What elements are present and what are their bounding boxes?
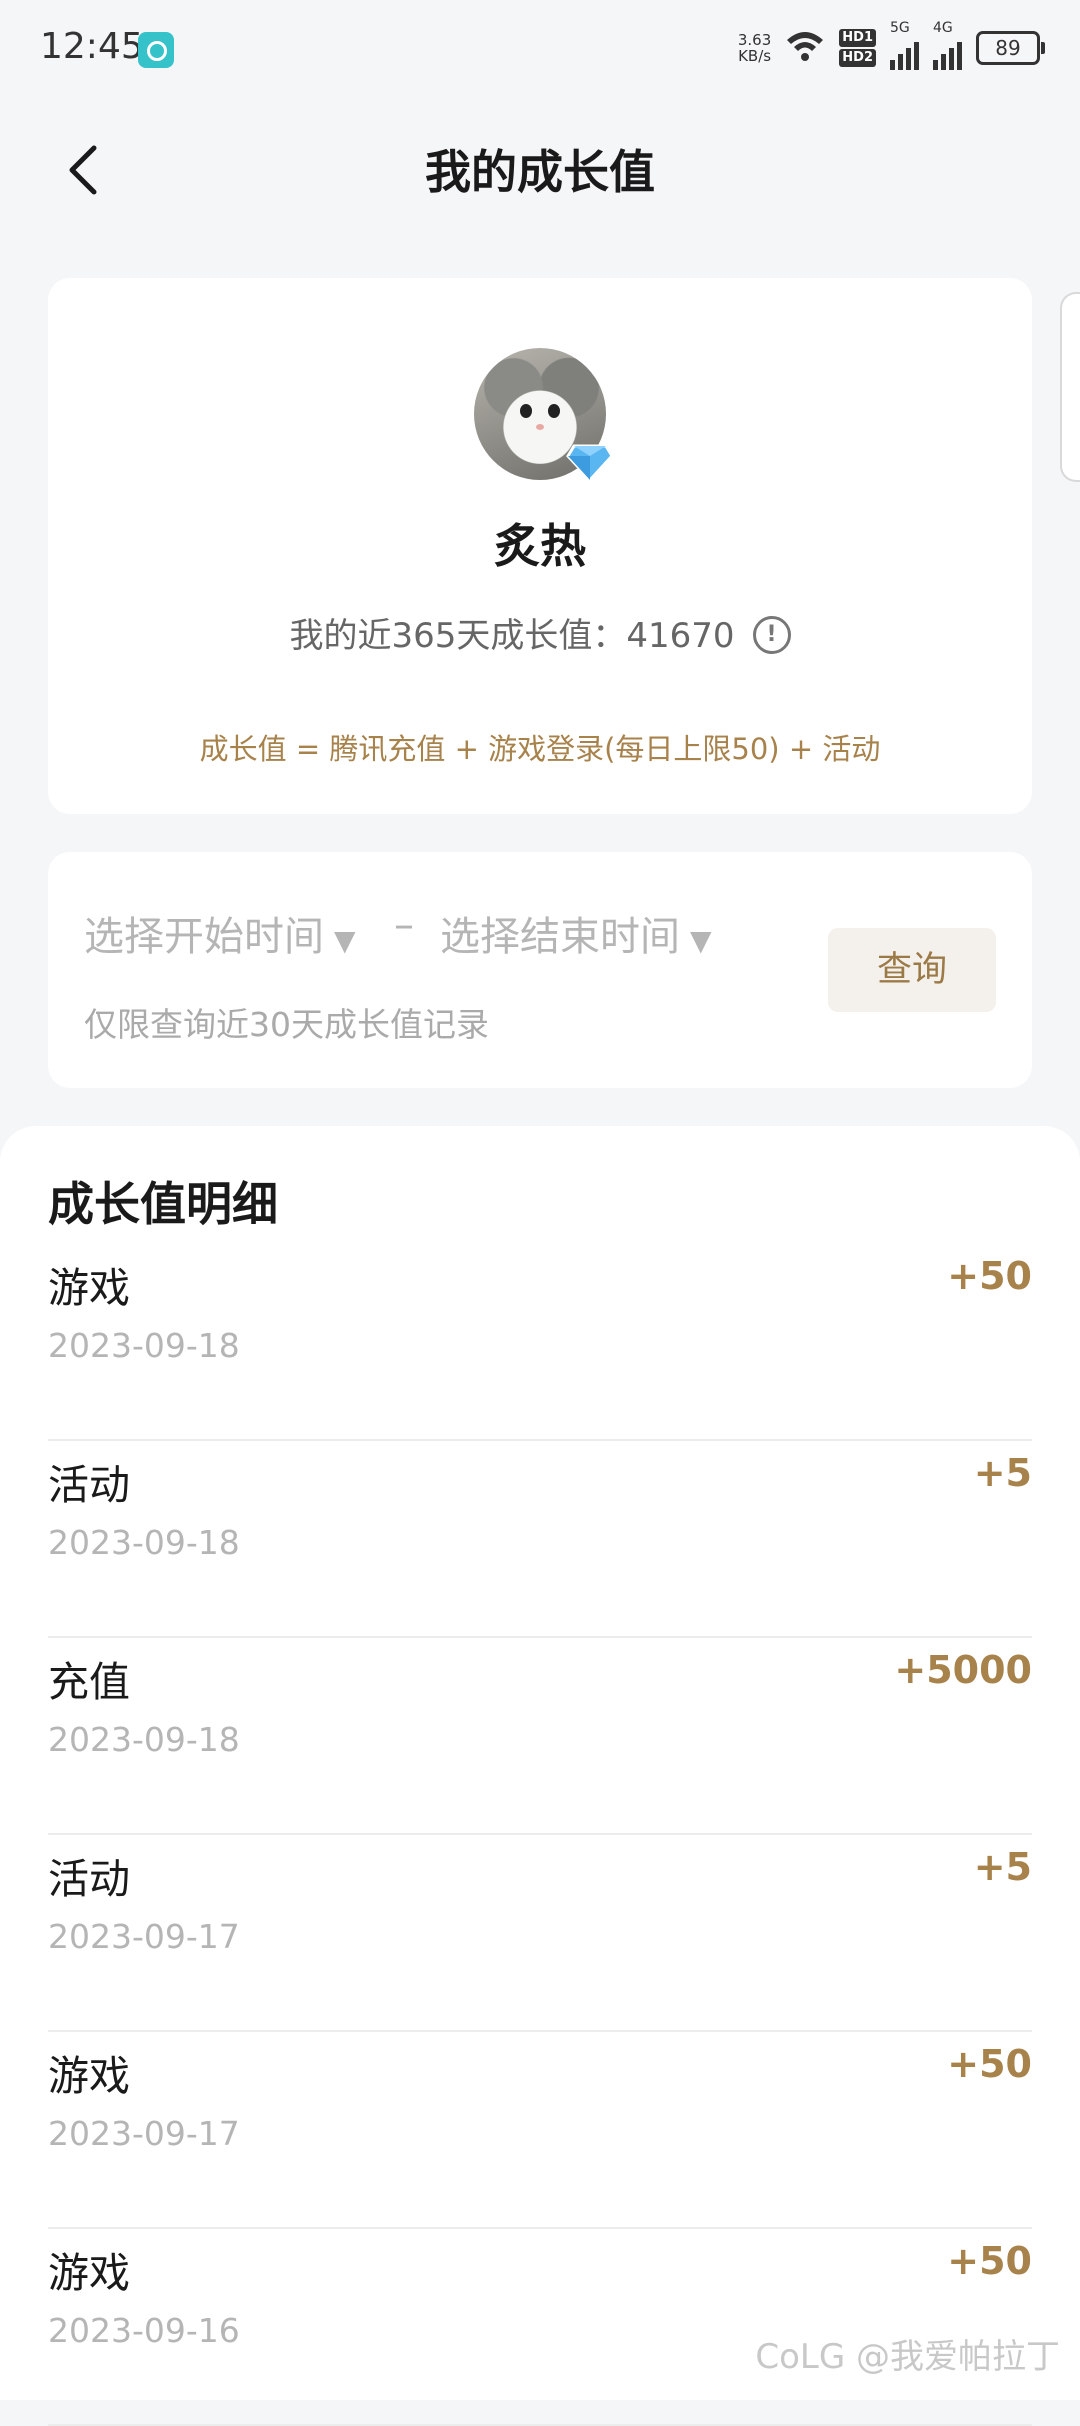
wifi-icon [785, 28, 825, 68]
hd-icon: HD1 HD2 [839, 29, 876, 67]
growth-summary: 我的近365天成长值：41670! [48, 608, 1032, 657]
list-item: 游戏 2023-09-16 +50 [48, 2229, 1032, 2426]
item-type: 游戏 [48, 1264, 130, 1312]
growth-formula: 成长值 = 腾讯充值 + 游戏登录(每日上限50) + 活动 [199, 732, 881, 766]
caret-down-icon: ▼ [690, 924, 712, 957]
query-note: 仅限查询近30天成长值记录 [84, 1005, 489, 1044]
item-type: 游戏 [48, 2249, 130, 2297]
query-card: 选择开始时间 ▼ – 选择结束时间 ▼ 仅限查询近30天成长值记录 查询 [48, 852, 1032, 1088]
app-notification-icon [138, 32, 174, 68]
username: 炙热 [494, 519, 586, 573]
item-value: +50 [947, 2042, 1032, 2086]
section-title: 成长值明细 [48, 1177, 278, 1231]
item-type: 游戏 [48, 2052, 130, 2100]
item-value: +5000 [894, 1648, 1032, 1692]
item-value: +50 [947, 2239, 1032, 2283]
item-date: 2023-09-17 [48, 2114, 240, 2153]
watermark: CoLG @我爱帕拉丁 [755, 2337, 1060, 2377]
avatar [474, 348, 614, 483]
query-button[interactable]: 查询 [828, 928, 996, 1012]
caret-down-icon: ▼ [334, 924, 356, 957]
item-date: 2023-09-18 [48, 1326, 240, 1365]
item-date: 2023-09-18 [48, 1720, 240, 1759]
network-speed: 3.63 KB/s [737, 31, 772, 65]
item-type: 活动 [48, 1855, 130, 1903]
profile-card: 炙热 我的近365天成长值：41670! 成长值 = 腾讯充值 + 游戏登录(每… [48, 278, 1032, 814]
item-value: +50 [947, 1254, 1032, 1298]
item-date: 2023-09-18 [48, 1523, 240, 1562]
item-type: 活动 [48, 1461, 130, 1509]
signal-4g-icon: 4G [933, 20, 962, 70]
item-type: 充值 [48, 1658, 130, 1706]
signal-5g-icon: 5G [890, 20, 919, 70]
status-time: 12:45 [40, 26, 144, 67]
list-item: 游戏 2023-09-17 +50 [48, 2032, 1032, 2229]
item-date: 2023-09-16 [48, 2311, 240, 2350]
growth-detail-section: 成长值明细 游戏 2023-09-18 +50 活动 2023-09-18 +5… [0, 1126, 1080, 2426]
start-date-selector[interactable]: 选择开始时间 ▼ [84, 904, 356, 962]
list-item: 充值 2023-09-18 +5000 [48, 1638, 1032, 1835]
growth-detail-list: 游戏 2023-09-18 +50 活动 2023-09-18 +5 充值 20… [48, 1244, 1032, 2426]
item-value: +5 [973, 1451, 1032, 1495]
list-item: 活动 2023-09-18 +5 [48, 1441, 1032, 1638]
status-bar: 12:45 3.63 KB/s HD1 HD2 5G 4G 89 [0, 0, 1080, 100]
battery-icon: 89 [976, 31, 1045, 65]
side-drawer-handle[interactable] [1060, 292, 1080, 482]
diamond-vip-icon [566, 444, 614, 483]
list-item: 游戏 2023-09-18 +50 [48, 1244, 1032, 1441]
info-icon[interactable]: ! [752, 615, 791, 654]
item-value: +5 [973, 1845, 1032, 1889]
end-date-selector[interactable]: 选择结束时间 ▼ [440, 904, 712, 962]
date-separator: – [394, 902, 414, 948]
nav-bar: 我的成长值 [0, 110, 1080, 230]
status-indicators: 3.63 KB/s HD1 HD2 5G 4G 89 [737, 20, 1045, 70]
page-title: 我的成长值 [425, 145, 655, 199]
item-date: 2023-09-17 [48, 1917, 240, 1956]
list-item: 活动 2023-09-17 +5 [48, 1835, 1032, 2032]
